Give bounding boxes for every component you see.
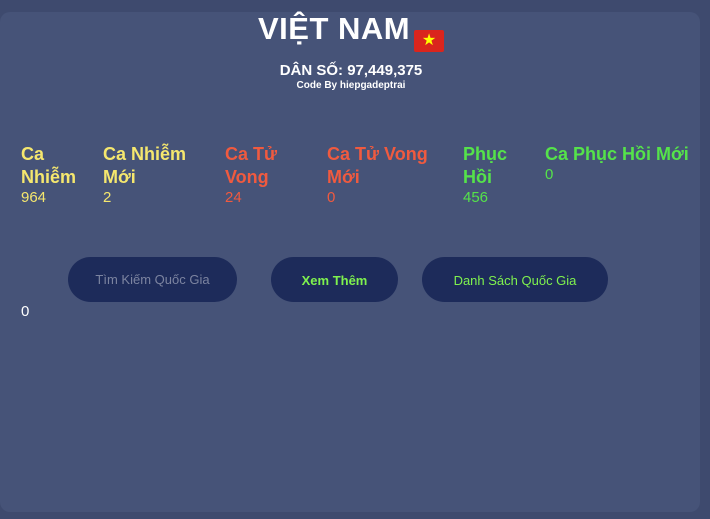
result-value: 0 <box>21 303 30 320</box>
vietnam-flag-icon: ★ <box>414 30 444 52</box>
stat-deaths-value: 24 <box>225 189 242 206</box>
stat-new-deaths-label: Ca Tử Vong Mới <box>327 144 428 187</box>
stat-recovered-value: 456 <box>463 189 489 206</box>
stat-new-recovered-label: Ca Phục Hồi Mới <box>545 144 689 164</box>
stat-new-cases: Ca Nhiễm Mới 2 <box>103 143 213 207</box>
stat-deaths-label: Ca Tử Vong <box>225 144 278 187</box>
stat-new-cases-value: 2 <box>103 189 112 206</box>
see-more-button[interactable]: Xem Thêm <box>271 257 398 302</box>
star-icon: ★ <box>421 32 437 49</box>
search-country-input[interactable] <box>68 257 237 302</box>
stat-new-deaths: Ca Tử Vong Mới 0 <box>327 143 452 207</box>
stat-deaths: Ca Tử Vong 24 <box>225 143 305 207</box>
stat-recovered-label: Phục Hồi <box>463 144 508 187</box>
country-title: VIỆT NAM <box>258 11 411 46</box>
stat-new-recovered: Ca Phục Hồi Mới 0 <box>545 143 695 184</box>
population-text: DÂN SỐ: 97,449,375 <box>279 62 423 79</box>
credit-text: Code By hiepgadeptrai <box>296 80 406 91</box>
stat-cases-value: 964 <box>21 189 47 206</box>
stat-new-deaths-value: 0 <box>327 189 336 206</box>
stat-new-recovered-value: 0 <box>545 166 554 183</box>
stat-new-cases-label: Ca Nhiễm Mới <box>103 144 187 187</box>
stat-cases: Ca Nhiễm 964 <box>21 143 91 207</box>
stat-cases-label: Ca Nhiễm <box>21 144 77 187</box>
stat-recovered: Phục Hồi 456 <box>463 143 528 207</box>
country-list-button[interactable]: Danh Sách Quốc Gia <box>422 257 608 302</box>
